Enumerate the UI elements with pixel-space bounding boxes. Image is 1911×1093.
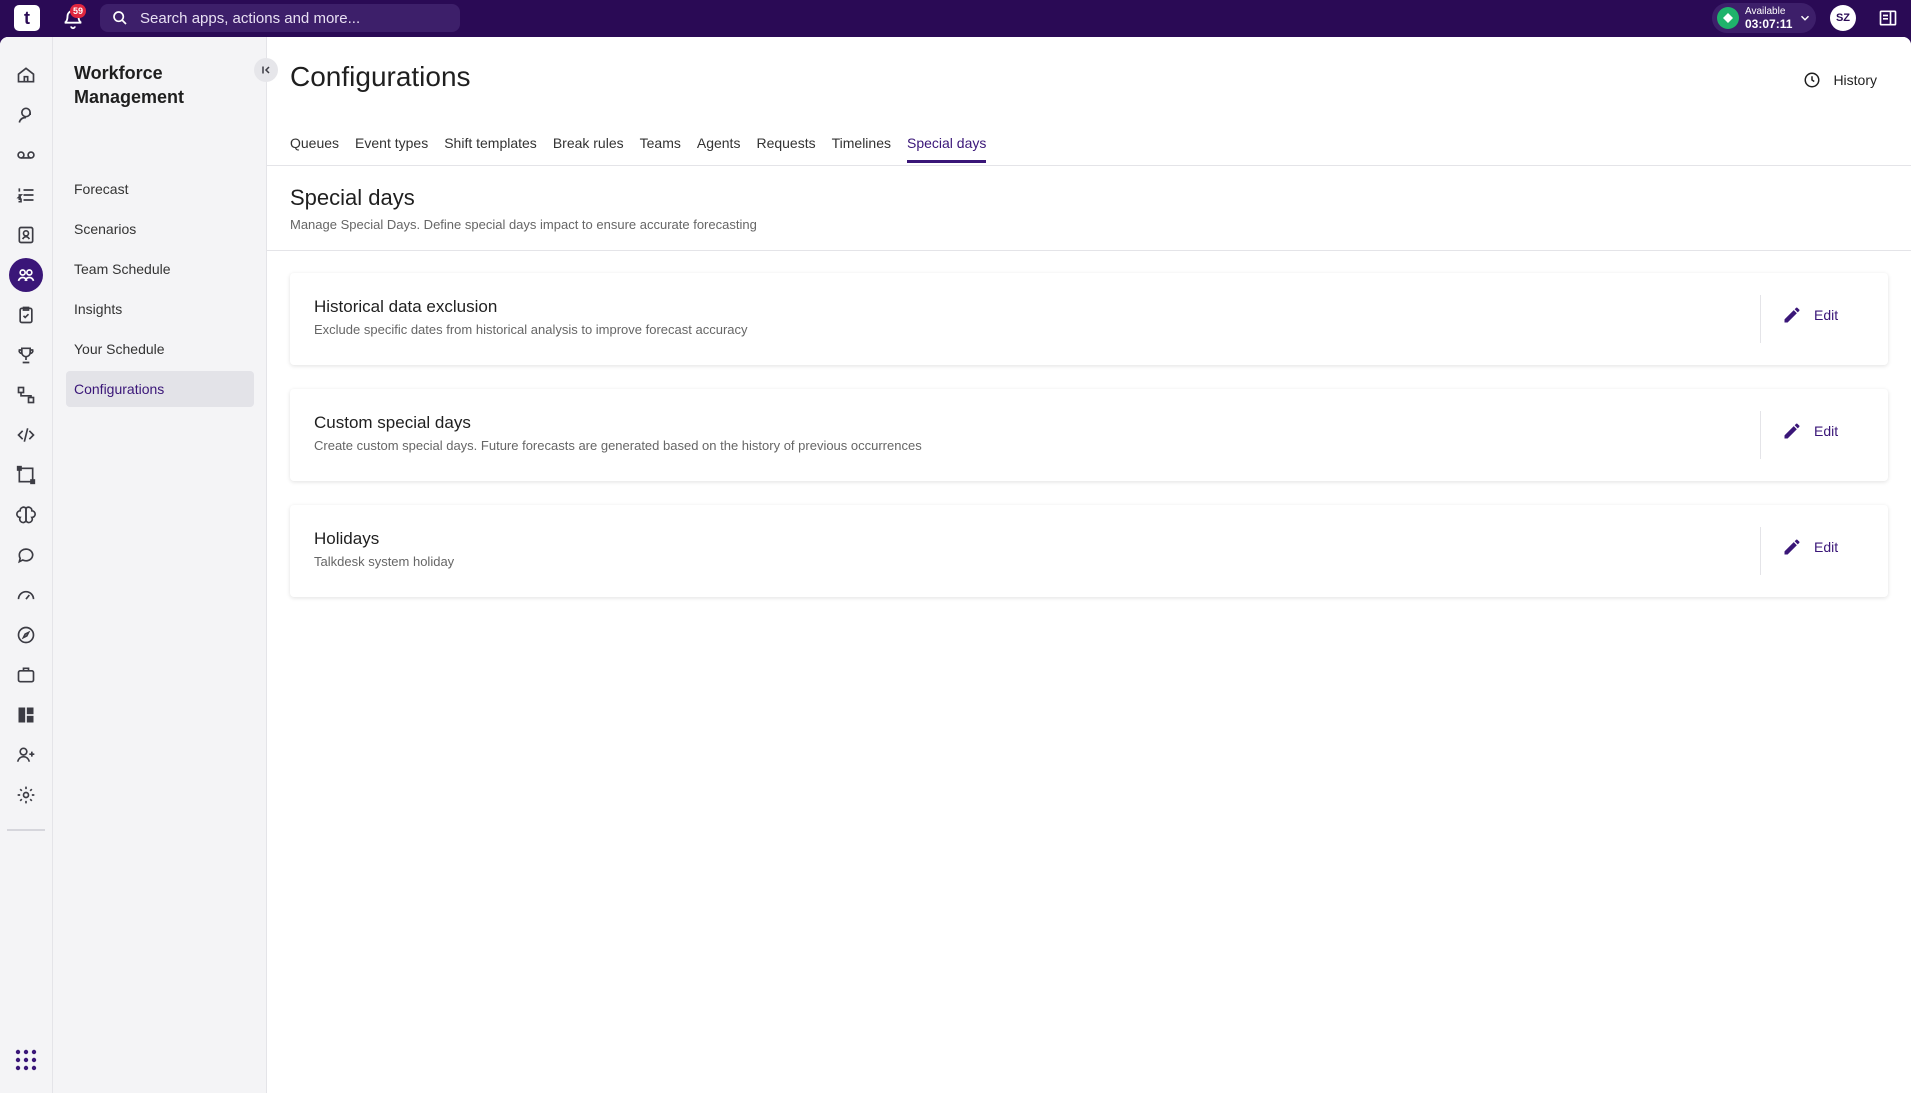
main-content: Configurations History Queues Event type… [267, 37, 1911, 1093]
sidebar-item-label: Insights [74, 301, 123, 317]
search-icon [113, 11, 127, 25]
status-available-icon [1717, 7, 1739, 29]
pencil-icon [1784, 539, 1800, 555]
card-description: Exclude specific dates from historical a… [314, 322, 748, 337]
user-add-icon[interactable] [9, 738, 43, 772]
tab-event-types[interactable]: Event types [355, 135, 428, 163]
side-panel-toggle-icon[interactable] [1878, 8, 1898, 28]
card-title: Holidays [314, 529, 380, 548]
card-divider [1760, 411, 1761, 459]
sidebar-item-label: Scenarios [74, 221, 137, 237]
home-icon[interactable] [9, 58, 43, 92]
clipboard-icon[interactable] [9, 298, 43, 332]
sidebar-item-insights[interactable]: Insights [66, 291, 254, 327]
card-divider [1760, 527, 1761, 575]
section-subtitle: Manage Special Days. Define special days… [290, 217, 757, 232]
contacts-icon[interactable] [9, 218, 43, 252]
edit-button[interactable]: Edit [1782, 421, 1838, 441]
logo-glyph: t [24, 7, 30, 28]
search-input[interactable] [140, 9, 440, 27]
status-timer: 03:07:11 [1745, 16, 1793, 31]
sidebar-item-label: Team Schedule [74, 261, 171, 277]
sidebar-item-label: Your Schedule [74, 341, 165, 357]
workforce-people-icon[interactable] [9, 258, 43, 292]
edit-label: Edit [1814, 307, 1839, 323]
chat-icon[interactable] [9, 538, 43, 572]
flow-icon[interactable] [9, 378, 43, 412]
module-sidebar: Workforce Management Forecast Scenarios … [53, 37, 267, 1093]
sidebar-item-scenarios[interactable]: Scenarios [66, 211, 254, 247]
compass-icon[interactable] [9, 618, 43, 652]
avatar-initials: SZ [1835, 12, 1851, 24]
sidebar-item-label: Forecast [74, 181, 129, 197]
trophy-icon[interactable] [9, 338, 43, 372]
tab-shift-templates[interactable]: Shift templates [444, 135, 537, 163]
agent-headset-icon[interactable] [9, 98, 43, 132]
sidebar-item-your-schedule[interactable]: Your Schedule [66, 331, 254, 367]
card-title: Custom special days [314, 413, 471, 432]
pencil-icon [1784, 307, 1800, 323]
clock-history-icon [1804, 72, 1820, 88]
app-launcher-grid-icon[interactable] [14, 1048, 38, 1072]
tab-special-days[interactable]: Special days [907, 135, 987, 163]
app-rail [0, 37, 53, 1093]
app-frame: Workforce Management Forecast Scenarios … [0, 37, 1911, 1093]
list-numbered-icon[interactable] [9, 178, 43, 212]
config-card-historical-data-exclusion: Historical data exclusion Exclude specif… [290, 273, 1888, 365]
page-title: Configurations [290, 61, 471, 92]
history-button[interactable]: History [1803, 71, 1877, 89]
notification-count-badge: 59 [70, 4, 87, 18]
card-description: Create custom special days. Future forec… [314, 438, 922, 453]
edit-button[interactable]: Edit [1782, 537, 1838, 557]
rail-divider [7, 829, 45, 831]
config-tabs: Queues Event types Shift templates Break… [290, 135, 1002, 163]
config-card-custom-special-days: Custom special days Create custom specia… [290, 389, 1888, 481]
sidebar-item-configurations[interactable]: Configurations [66, 371, 254, 407]
briefcase-icon[interactable] [9, 658, 43, 692]
card-title: Historical data exclusion [314, 297, 498, 316]
app-logo[interactable]: t [14, 5, 40, 31]
tab-timelines[interactable]: Timelines [832, 135, 891, 163]
gear-icon[interactable] [9, 778, 43, 812]
history-label: History [1833, 72, 1877, 88]
tab-agents[interactable]: Agents [697, 135, 741, 163]
sidebar-item-forecast[interactable]: Forecast [66, 171, 254, 207]
config-card-holidays: Holidays Talkdesk system holiday Edit [290, 505, 1888, 597]
tabs-divider [267, 165, 1911, 166]
tab-queues[interactable]: Queues [290, 135, 339, 163]
sidebar-item-label: Configurations [74, 381, 165, 397]
voicemail-icon[interactable] [9, 138, 43, 172]
code-icon[interactable] [9, 418, 43, 452]
tab-teams[interactable]: Teams [640, 135, 681, 163]
frame-icon[interactable] [9, 458, 43, 492]
sidebar-item-team-schedule[interactable]: Team Schedule [66, 251, 254, 287]
collapse-sidebar-button[interactable] [254, 58, 278, 82]
edit-label: Edit [1814, 539, 1839, 555]
pencil-icon [1784, 423, 1800, 439]
status-label: Available [1745, 5, 1786, 17]
module-title: Workforce Management [74, 63, 185, 107]
brain-icon[interactable] [9, 498, 43, 532]
user-avatar[interactable]: SZ [1830, 5, 1856, 31]
card-description: Talkdesk system holiday [314, 554, 455, 569]
top-bar: t 59 Available 03:07:11 SZ [0, 0, 1911, 37]
edit-button[interactable]: Edit [1782, 305, 1838, 325]
chevron-down-icon [1801, 15, 1810, 21]
section-title: Special days [290, 185, 415, 210]
tab-break-rules[interactable]: Break rules [553, 135, 624, 163]
section-divider [267, 250, 1911, 251]
gauge-icon[interactable] [9, 578, 43, 612]
dashboard-icon[interactable] [9, 698, 43, 732]
agent-status-selector[interactable]: Available 03:07:11 [1712, 3, 1816, 33]
card-divider [1760, 295, 1761, 343]
edit-label: Edit [1814, 423, 1839, 439]
collapse-left-icon [262, 66, 270, 74]
global-search[interactable] [100, 4, 460, 32]
tab-requests[interactable]: Requests [756, 135, 815, 163]
